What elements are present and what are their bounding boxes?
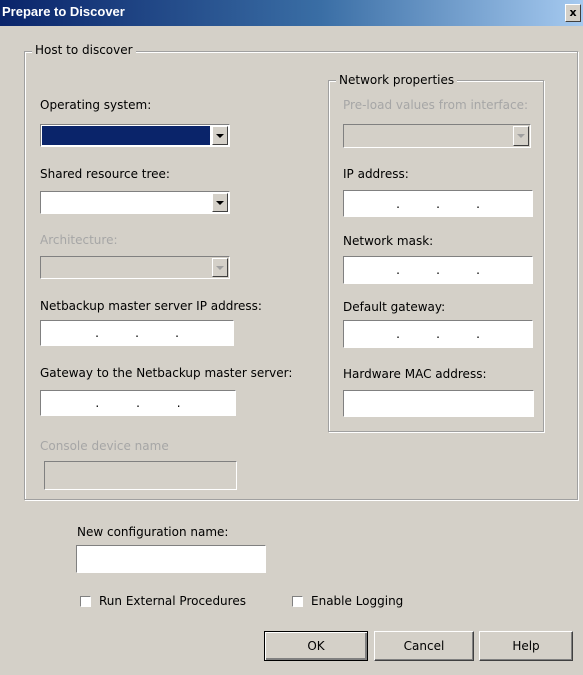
architecture-select[interactable] [40,256,230,279]
nbu-master-ip-field[interactable]: ... [40,320,234,346]
new-configuration-name-label: New configuration name: [77,525,229,539]
chevron-down-icon[interactable] [212,193,228,212]
chevron-down-icon [513,126,529,146]
run-external-procedures-checkbox[interactable]: Run External Procedures [80,594,246,608]
window-title: Prepare to Discover [2,4,125,19]
host-group-legend: Host to discover [32,43,136,57]
default-gateway-label: Default gateway: [343,300,446,314]
run-external-procedures-label: Run External Procedures [99,594,246,608]
checkbox-box[interactable] [80,595,91,607]
enable-logging-label: Enable Logging [311,594,404,608]
shared-resource-tree-select[interactable] [40,191,230,214]
shared-resource-tree-label: Shared resource tree: [40,167,170,181]
ip-address-field[interactable]: ... [343,190,533,217]
prepare-to-discover-dialog: Prepare to Discover x Host to discover O… [0,0,583,675]
architecture-label: Architecture: [40,233,118,247]
network-mask-label: Network mask: [343,234,434,248]
chevron-down-icon [212,258,228,277]
console-device-name-field[interactable] [44,461,237,490]
nbu-gateway-label: Gateway to the Netbackup master server: [40,366,293,380]
close-button[interactable]: x [565,4,581,22]
help-button[interactable]: Help [479,631,573,661]
nbu-master-ip-label: Netbackup master server IP address: [40,299,262,313]
ok-button[interactable]: OK [264,631,368,661]
ip-address-label: IP address: [343,167,409,181]
operating-system-selected-value [42,126,210,145]
close-icon: x [569,6,577,19]
console-device-name-label: Console device name [40,439,169,453]
enable-logging-checkbox[interactable]: Enable Logging [292,594,403,608]
cancel-button[interactable]: Cancel [374,631,474,661]
network-group-legend: Network properties [336,73,458,87]
new-configuration-name-field[interactable] [76,545,266,573]
chevron-down-icon[interactable] [212,126,228,145]
mac-address-field[interactable] [343,390,534,417]
title-bar[interactable]: Prepare to Discover x [0,0,583,26]
operating-system-select[interactable] [40,124,230,147]
network-mask-field[interactable]: ... [343,256,533,284]
preload-interface-select[interactable] [343,124,531,148]
nbu-gateway-field[interactable]: ... [40,390,236,416]
mac-address-label: Hardware MAC address: [343,367,487,381]
operating-system-label: Operating system: [40,98,152,112]
preload-interface-label: Pre-load values from interface: [343,98,529,112]
checkbox-box[interactable] [292,595,303,607]
default-gateway-field[interactable]: ... [343,320,533,348]
